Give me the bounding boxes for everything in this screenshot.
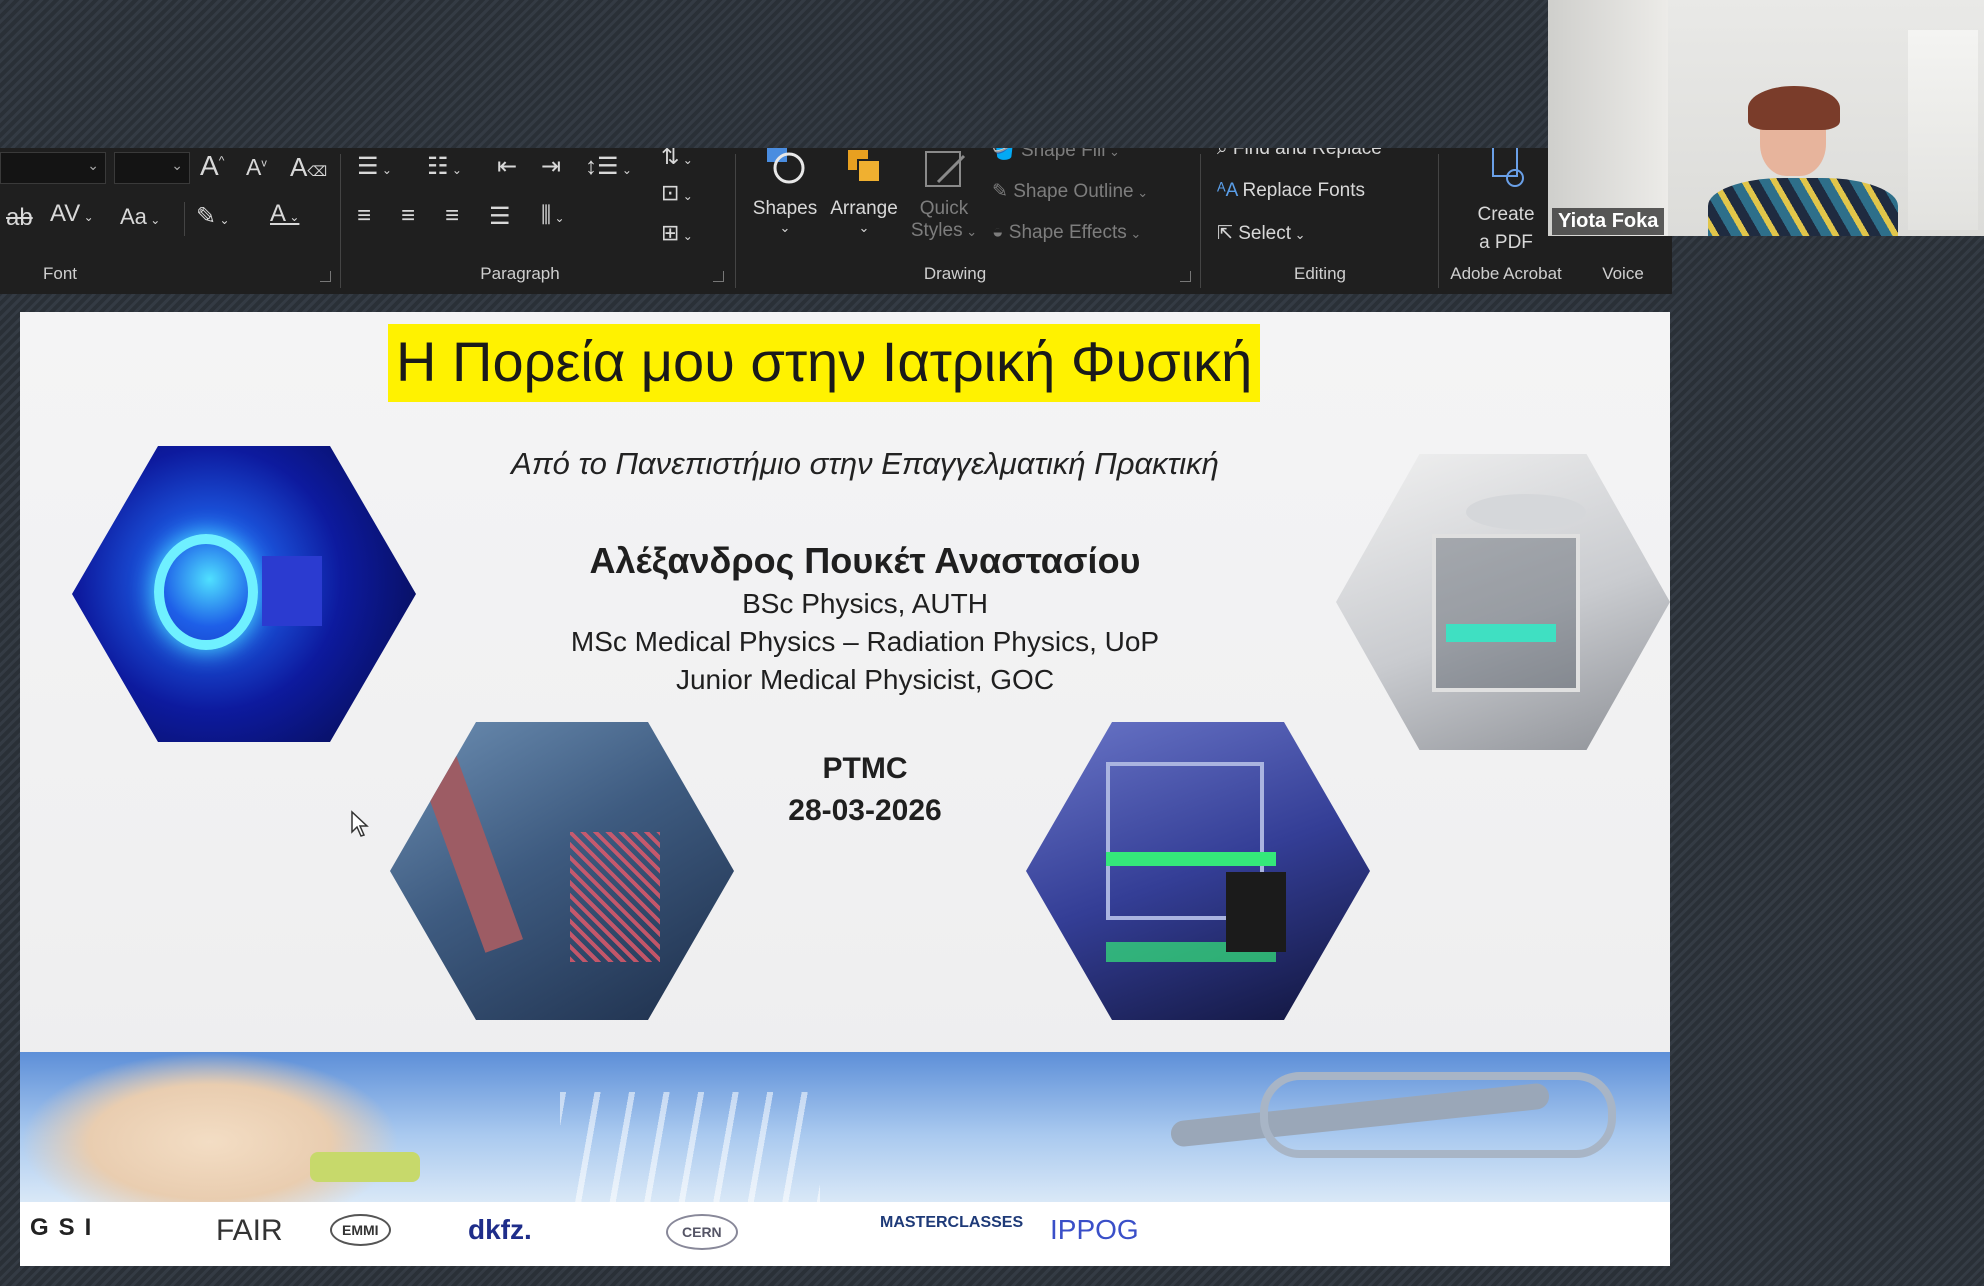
divider <box>735 154 736 288</box>
increase-font-size-icon[interactable]: A^ <box>200 150 224 182</box>
strikethrough-icon[interactable]: ab <box>6 204 33 232</box>
dkfz-logo: dkfz. <box>468 1214 532 1245</box>
arrange-button[interactable]: Arrange ⌄ <box>826 148 902 236</box>
font-group-label: Font <box>42 264 78 283</box>
shapes-icon <box>767 148 805 184</box>
drawing-group-label: Drawing <box>923 264 987 283</box>
event-name: PTMC <box>822 752 908 785</box>
proton-gantry-photo <box>72 446 416 742</box>
editing-group: ⌕ Find and Replace ᴬA Replace Fonts ⇱ Se… <box>1205 148 1435 294</box>
change-case-button[interactable]: Aa ⌄ <box>120 204 160 230</box>
red-grid <box>570 832 660 962</box>
fair-logo: FAIR <box>216 1214 283 1247</box>
highlight-icon[interactable]: ✎ ⌄ <box>196 202 230 231</box>
cern-logo: CERN <box>666 1214 738 1250</box>
beam-ring <box>154 534 258 650</box>
chevron-down-icon: ⌄ <box>779 220 791 235</box>
shapes-button[interactable]: Shapes ⌄ <box>750 148 820 236</box>
room-wall <box>1548 0 1668 236</box>
slide-banner-image <box>20 1052 1670 1202</box>
increase-indent-icon[interactable]: ⇥ <box>541 152 561 181</box>
divider <box>1200 154 1201 288</box>
paragraph-dialog-launcher-icon[interactable] <box>713 271 724 282</box>
event-date: 28-03-2026 <box>788 794 942 827</box>
divider <box>340 154 341 288</box>
align-right-icon[interactable]: ≡ <box>445 202 459 230</box>
detector-planes <box>560 1092 820 1202</box>
person-hair <box>1748 86 1840 130</box>
room-window <box>1908 30 1978 230</box>
quick-styles-label: Quick <box>919 198 969 219</box>
person-shirt <box>1708 178 1898 236</box>
create-pdf-icon <box>1492 148 1524 187</box>
slide-title: Η Πορεία μου στην Ιατρική Φυσική <box>388 324 1261 402</box>
select-button[interactable]: ⇱ Select ⌄ <box>1217 222 1306 245</box>
line-spacing-icon[interactable]: ↕☰ ⌄ <box>585 152 632 181</box>
chevron-down-icon: ⌄ <box>858 220 870 235</box>
find-and-replace-button[interactable]: ⌕ Find and Replace <box>1217 148 1382 160</box>
sponsor-logos-bar: GSI FAIR EMMI dkfz. CERN MASTERCLASSES I… <box>20 1202 1670 1266</box>
masterclasses-logo: MASTERCLASSES <box>880 1214 1024 1231</box>
accelerator-ring <box>1260 1072 1616 1158</box>
editing-group-label: Editing <box>1294 264 1346 283</box>
treatment-room-photo <box>1336 454 1670 750</box>
character-spacing-icon[interactable]: AV ⌄ <box>50 200 94 228</box>
drawing-dialog-launcher-icon[interactable] <box>1180 271 1191 282</box>
bullets-icon[interactable]: ☰ ⌄ <box>357 152 392 181</box>
arrange-label: Arrange <box>830 198 898 219</box>
couch-frame <box>1432 534 1580 692</box>
emmi-logo: EMMI <box>330 1214 391 1246</box>
align-text-icon[interactable]: ⊡ ⌄ <box>661 180 693 206</box>
quick-styles-button[interactable]: Quick Styles ⌄ <box>908 148 980 242</box>
font-color-icon[interactable]: A ⌄ <box>270 200 299 228</box>
decrease-font-size-icon[interactable]: Av <box>246 154 267 181</box>
gantry-head <box>1466 494 1586 530</box>
participant-video[interactable] <box>1548 0 1984 236</box>
powerpoint-ribbon: ⌄ ⌄ A^ Av A⌫ ab AV ⌄ Aa ⌄ ✎ ⌄ A ⌄ Font ☰… <box>0 148 1672 294</box>
decrease-indent-icon[interactable]: ⇤ <box>497 152 517 181</box>
mouse-cursor-icon <box>351 810 369 837</box>
divider <box>1438 154 1439 288</box>
quick-styles-label-2: Styles <box>910 220 963 241</box>
text-direction-icon[interactable]: ⇅ ⌄ <box>661 148 693 170</box>
presentation-slide: Η Πορεία μου στην Ιατρική Φυσική Από το … <box>20 312 1670 1266</box>
paragraph-group: ☰ ⌄ ☷ ⌄ ⇤ ⇥ ↕☰ ⌄ ≡ ≡ ≡ ☰ ⫼ ⌄ ⇅ ⌄ ⊡ ⌄ ⊞ ⌄… <box>345 148 730 294</box>
shape-outline-button[interactable]: ✎ Shape Outline ⌄ <box>992 180 1148 203</box>
divider <box>184 202 185 236</box>
ippog-logo: IPPOG <box>1050 1214 1139 1245</box>
font-size-dropdown[interactable]: ⌄ <box>114 152 190 184</box>
align-left-icon[interactable]: ≡ <box>357 202 371 230</box>
quick-styles-icon <box>925 151 966 187</box>
arrange-icon <box>848 150 881 183</box>
cursor-icon: ⇱ <box>1217 223 1233 244</box>
justify-icon[interactable]: ☰ <box>489 202 511 231</box>
green-layer <box>1106 852 1276 866</box>
shape-fill-button[interactable]: 🪣 Shape Fill ⌄ <box>992 148 1120 162</box>
numbering-icon[interactable]: ☷ ⌄ <box>427 152 462 181</box>
chevron-down-icon: ⌄ <box>171 157 183 173</box>
participant-name-badge: Yiota Foka <box>1552 208 1665 235</box>
font-name-dropdown[interactable]: ⌄ <box>0 152 106 184</box>
shapes-label: Shapes <box>752 198 818 219</box>
gsi-logo: GSI <box>30 1214 102 1241</box>
font-dialog-launcher-icon[interactable] <box>320 271 331 282</box>
convert-to-smartart-icon[interactable]: ⊞ ⌄ <box>661 220 693 246</box>
font-group: ⌄ ⌄ A^ Av A⌫ ab AV ⌄ Aa ⌄ ✎ ⌄ A ⌄ Font <box>0 148 335 294</box>
adobe-acrobat-group-label: Adobe Acrobat <box>1450 264 1562 283</box>
chevron-down-icon: ⌄ <box>87 157 99 173</box>
voice-group-label: Voice <box>1602 264 1644 283</box>
align-center-icon[interactable]: ≡ <box>401 202 415 230</box>
green-plate <box>1446 624 1556 642</box>
replace-fonts-icon: ᴬA <box>1217 180 1238 201</box>
paragraph-group-label: Paragraph <box>480 264 560 283</box>
tumor-marker <box>310 1152 420 1182</box>
camera-device <box>1226 872 1286 952</box>
machine-block <box>262 556 322 626</box>
drawing-group: Shapes ⌄ Arrange ⌄ Quick Styles ⌄ 🪣 Shap… <box>740 148 1195 294</box>
shape-effects-button[interactable]: ◒ Shape Effects ⌄ <box>992 222 1141 244</box>
replace-fonts-button[interactable]: ᴬA Replace Fonts <box>1217 180 1365 202</box>
clear-formatting-icon[interactable]: A⌫ <box>290 152 327 183</box>
columns-icon[interactable]: ⫼ ⌄ <box>541 202 565 228</box>
